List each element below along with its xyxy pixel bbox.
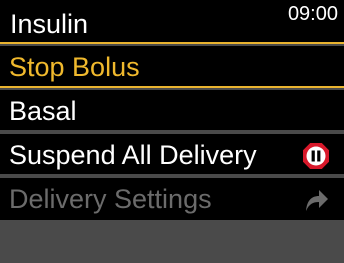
menu-item-label: Stop Bolus — [9, 52, 140, 82]
pump-screen: Insulin 09:00 Stop Bolus Basal Suspend A… — [0, 0, 344, 263]
clock-time: 09:00 — [287, 3, 338, 25]
menu-item-basal[interactable]: Basal — [0, 90, 344, 132]
menu-item-stop-bolus[interactable]: Stop Bolus — [0, 46, 344, 88]
header-bar: Insulin 09:00 — [0, 0, 344, 44]
menu-item-label: Suspend All Delivery — [9, 140, 257, 170]
screen-title: Insulin — [10, 9, 89, 39]
pause-stop-icon — [302, 142, 330, 170]
menu-item-delivery-settings[interactable]: Delivery Settings — [0, 178, 344, 222]
menu-item-label: Delivery Settings — [9, 184, 212, 214]
menu-item-label: Basal — [9, 96, 77, 126]
forward-arrow-icon — [302, 186, 330, 214]
menu-item-suspend-all-delivery[interactable]: Suspend All Delivery — [0, 134, 344, 176]
